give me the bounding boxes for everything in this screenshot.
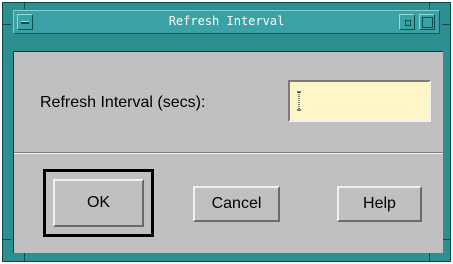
title-bar[interactable]: Refresh Interval xyxy=(13,10,440,34)
refresh-interval-input[interactable] xyxy=(288,80,431,122)
maximize-button[interactable] xyxy=(419,14,435,30)
maximize-icon xyxy=(422,17,433,28)
text-cursor-icon xyxy=(297,91,301,111)
frame-corner-tick xyxy=(24,3,25,9)
dialog-content: Refresh Interval (secs): OK Cancel Help xyxy=(13,51,443,253)
frame-corner-tick xyxy=(3,24,11,25)
frame-corner-tick xyxy=(442,24,450,25)
refresh-interval-label: Refresh Interval (secs): xyxy=(40,94,206,111)
window-title: Refresh Interval xyxy=(168,14,285,28)
minimize-icon xyxy=(405,20,411,26)
frame-corner-tick xyxy=(24,253,25,261)
frame-corner-tick xyxy=(429,253,430,261)
frame-corner-tick xyxy=(442,239,450,240)
frame-corner-tick xyxy=(3,239,11,240)
ok-button[interactable]: OK xyxy=(53,179,144,227)
separator xyxy=(14,152,443,154)
minimize-button[interactable] xyxy=(399,14,415,30)
frame-corner-tick xyxy=(429,3,430,9)
dialog-window: Refresh Interval Refresh Interval (secs)… xyxy=(2,2,451,262)
cancel-button[interactable]: Cancel xyxy=(193,186,280,222)
help-button[interactable]: Help xyxy=(337,186,422,222)
